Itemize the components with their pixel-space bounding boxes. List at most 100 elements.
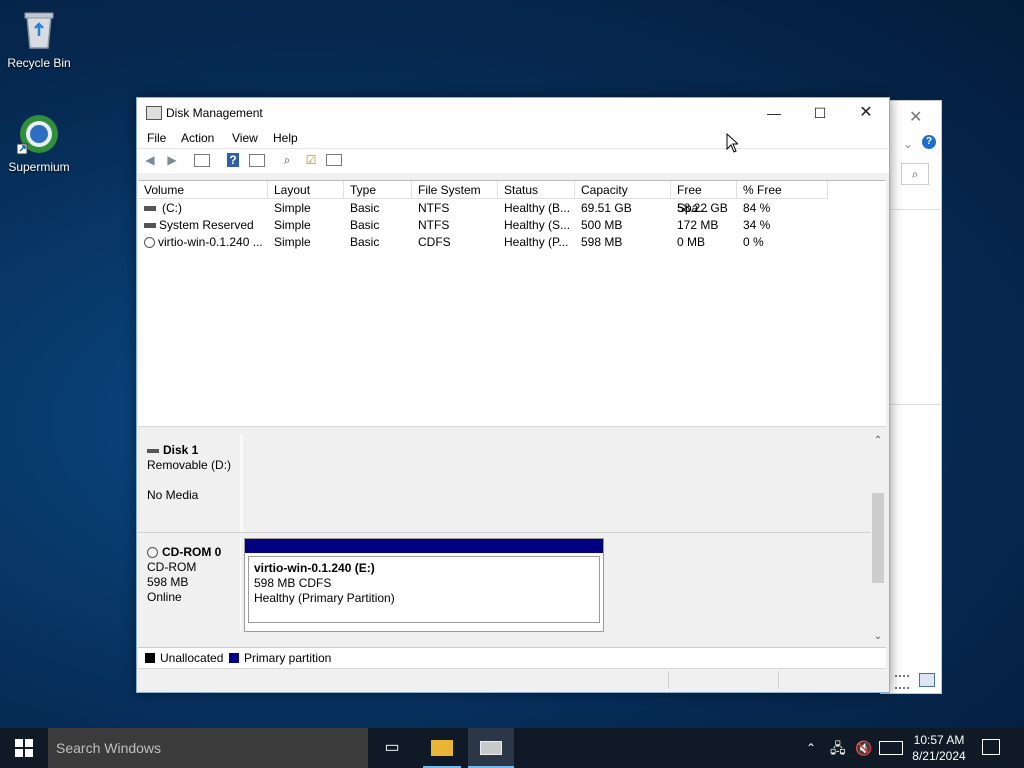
network-icon[interactable]: 🖧 bbox=[830, 728, 846, 768]
column-header-layout[interactable]: Layout bbox=[268, 181, 344, 199]
console-tree-icon[interactable] bbox=[249, 154, 265, 167]
close-icon[interactable]: ✕ bbox=[909, 107, 922, 127]
start-button[interactable] bbox=[0, 728, 48, 768]
capacity-cell: 69.51 GB bbox=[581, 201, 632, 215]
legend: Unallocated Primary partition bbox=[138, 647, 886, 668]
layout-cell: Simple bbox=[274, 201, 311, 215]
scroll-thumb[interactable] bbox=[872, 493, 884, 583]
disk-1-area[interactable] bbox=[242, 435, 871, 532]
window-title: Disk Management bbox=[166, 106, 263, 120]
notifications-icon[interactable] bbox=[982, 739, 1000, 755]
search-icon[interactable]: ⌕ bbox=[901, 163, 929, 185]
status-bar bbox=[138, 668, 886, 691]
drive-icon bbox=[144, 206, 156, 212]
rescan-icon[interactable]: ⌕ bbox=[279, 153, 295, 167]
search-box[interactable]: Search Windows bbox=[48, 728, 368, 768]
disk-type: Removable (D:) bbox=[147, 458, 232, 472]
type-cell: Basic bbox=[350, 218, 380, 232]
help-icon[interactable]: ? bbox=[227, 153, 239, 167]
menu-action[interactable]: Action bbox=[181, 131, 214, 145]
divider bbox=[778, 671, 779, 689]
divider bbox=[668, 671, 669, 689]
partition-status: Healthy (Primary Partition) bbox=[254, 591, 395, 605]
cd-rom-0-label[interactable]: CD-ROM 0 CD-ROM 598 MB Online bbox=[138, 537, 241, 633]
column-header-capacity[interactable]: Capacity bbox=[575, 181, 671, 199]
check-icon[interactable]: ☑ bbox=[303, 153, 319, 167]
disk-size bbox=[147, 473, 240, 488]
status-cell: Healthy (P... bbox=[504, 235, 569, 249]
clock[interactable]: 10:57 AM 8/21/2024 bbox=[902, 732, 976, 764]
disk-status: Online bbox=[147, 590, 182, 604]
status-cell: Healthy (B... bbox=[504, 201, 571, 215]
menu-view[interactable]: View bbox=[232, 131, 258, 145]
menu-help[interactable]: Help bbox=[273, 131, 298, 145]
mouse-cursor bbox=[726, 132, 740, 156]
type-cell: Basic bbox=[350, 235, 380, 249]
partition-title: virtio-win-0.1.240 (E:) bbox=[254, 561, 375, 575]
capacity-cell: 598 MB bbox=[581, 235, 623, 249]
disk-name: CD-ROM 0 bbox=[162, 545, 222, 559]
primary-partition-band bbox=[245, 539, 603, 553]
free-space-cell: 172 MB bbox=[677, 218, 719, 232]
menu-file[interactable]: File bbox=[147, 131, 166, 145]
disk-name: Disk 1 bbox=[163, 443, 199, 457]
partition-size: 598 MB CDFS bbox=[254, 576, 332, 590]
show-hidden-icons[interactable]: ⌃ bbox=[806, 728, 816, 768]
title-bar[interactable]: Disk Management — ☐ ✕ bbox=[137, 98, 889, 128]
volume-cell: (C:) bbox=[138, 200, 268, 217]
divider bbox=[881, 209, 941, 210]
settings-icon[interactable] bbox=[326, 154, 342, 166]
layout-cell: Simple bbox=[274, 218, 311, 232]
toolbar: ◀ ▶ ? ⌕ ☑ bbox=[137, 148, 889, 173]
file-system-cell: CDFS bbox=[418, 235, 451, 249]
percent-free-cell: 34 % bbox=[743, 218, 771, 232]
view-tiles-icon[interactable] bbox=[919, 673, 935, 687]
free-space-cell: 58.22 GB bbox=[677, 201, 728, 215]
desktop-icon-label: Recycle Bin bbox=[7, 56, 71, 70]
file-system-cell: NTFS bbox=[418, 218, 450, 232]
close-button[interactable]: ✕ bbox=[843, 98, 889, 128]
column-header-volume[interactable]: Volume bbox=[138, 181, 268, 199]
column-header-status[interactable]: Status bbox=[498, 181, 575, 199]
minimize-button[interactable]: — bbox=[751, 98, 797, 128]
disk-1-label[interactable]: Disk 1 Removable (D:) No Media bbox=[138, 435, 241, 532]
clock-date: 8/21/2024 bbox=[912, 749, 966, 763]
status-cell: Healthy (S... bbox=[504, 218, 571, 232]
column-header-file-system[interactable]: File System bbox=[412, 181, 498, 199]
column-header-type[interactable]: Type bbox=[344, 181, 412, 199]
properties-icon[interactable] bbox=[194, 154, 210, 167]
desktop-icon-label: Supermium bbox=[8, 160, 70, 174]
desktop-icon-recycle-bin[interactable]: Recycle Bin bbox=[3, 8, 75, 70]
volume-muted-icon[interactable]: 🔇 bbox=[855, 728, 872, 768]
menu-bar: File Action View Help bbox=[137, 128, 889, 148]
divider bbox=[881, 404, 941, 405]
column-header-percent-free[interactable]: % Free bbox=[737, 181, 828, 199]
capacity-cell: 500 MB bbox=[581, 218, 623, 232]
desktop-icon-supermium[interactable]: Supermium bbox=[3, 112, 75, 174]
percent-free-cell: 84 % bbox=[743, 201, 771, 215]
maximize-button[interactable]: ☐ bbox=[797, 98, 843, 128]
disk-management-taskbar-button[interactable] bbox=[468, 728, 514, 768]
help-icon[interactable]: ? bbox=[922, 135, 936, 149]
task-view-icon[interactable]: ▭ bbox=[369, 728, 415, 768]
vertical-scrollbar[interactable]: ⌃ ⌄ bbox=[870, 435, 886, 647]
legend-unallocated: Unallocated bbox=[160, 651, 224, 665]
chevron-down-icon[interactable]: ⌄ bbox=[903, 137, 913, 151]
disk-management-window: Disk Management — ☐ ✕ File Action View H… bbox=[136, 97, 890, 693]
view-details-icon[interactable] bbox=[895, 675, 909, 689]
drive-icon bbox=[147, 448, 159, 453]
clock-time: 10:57 AM bbox=[913, 733, 965, 747]
scroll-up-icon[interactable]: ⌃ bbox=[872, 435, 884, 446]
partition-info: virtio-win-0.1.240 (E:) 598 MB CDFS Heal… bbox=[248, 556, 600, 623]
scroll-down-icon[interactable]: ⌄ bbox=[872, 631, 884, 642]
back-icon[interactable]: ◀ bbox=[142, 153, 158, 167]
column-header-free-space[interactable]: Free Spa... bbox=[671, 181, 737, 215]
file-explorer-button[interactable] bbox=[419, 728, 465, 768]
partition-block[interactable]: virtio-win-0.1.240 (E:) 598 MB CDFS Heal… bbox=[244, 538, 604, 632]
volume-cell: virtio-win-0.1.240 ... bbox=[138, 234, 268, 251]
type-cell: Basic bbox=[350, 201, 380, 215]
forward-icon[interactable]: ▶ bbox=[164, 153, 180, 167]
primary-partition-swatch bbox=[229, 653, 239, 663]
supermium-icon bbox=[16, 112, 61, 156]
keyboard-icon[interactable] bbox=[879, 741, 903, 755]
